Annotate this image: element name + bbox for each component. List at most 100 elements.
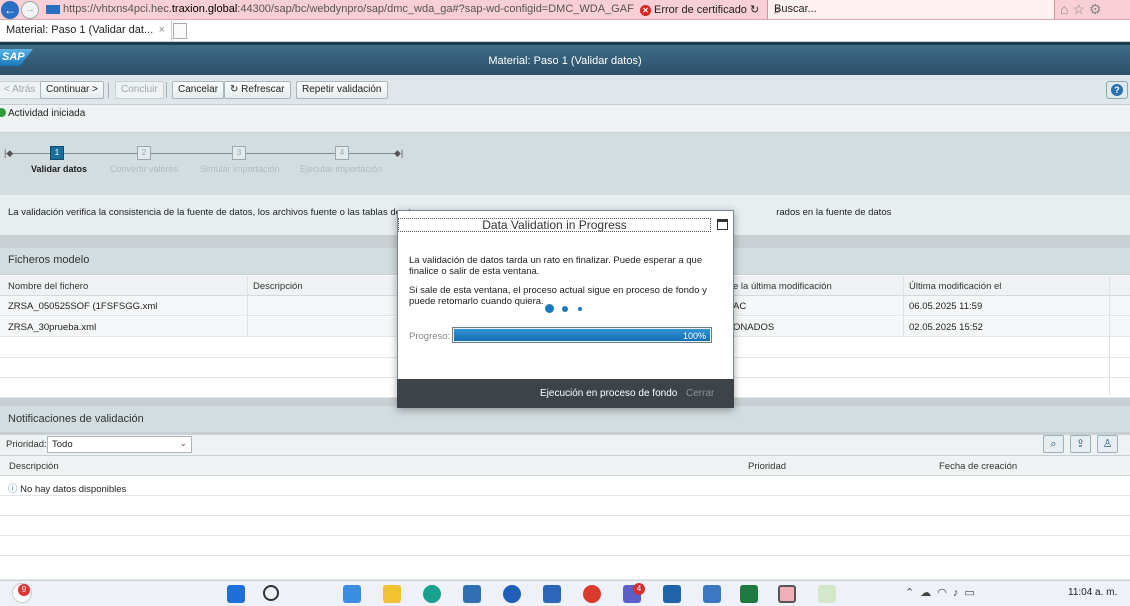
dialog-text-wait: La validación de datos tarda un rato en … bbox=[409, 255, 703, 277]
calendar-icon[interactable] bbox=[703, 585, 721, 603]
priority-label: Prioridad: bbox=[6, 439, 47, 450]
maximize-icon[interactable] bbox=[717, 219, 728, 230]
progress-value: 100% bbox=[683, 331, 707, 341]
roadmap-label-1: Validar datos bbox=[31, 164, 88, 174]
app-icon[interactable] bbox=[818, 585, 836, 603]
progress-label: Progreso: bbox=[409, 331, 451, 342]
refresh-button[interactable]: ↻ Refrescar bbox=[224, 81, 291, 99]
priority-select[interactable]: Todo ⌄ bbox=[47, 436, 192, 453]
column-divider bbox=[1109, 276, 1110, 396]
col-priority[interactable]: Prioridad bbox=[748, 461, 786, 472]
chrome-icon[interactable] bbox=[583, 585, 601, 603]
modified-by-cell: ONADOS bbox=[733, 322, 775, 333]
roadmap-step-1[interactable]: 1 bbox=[50, 146, 64, 160]
windows-start-icon[interactable] bbox=[227, 585, 245, 603]
error-icon: ✕ bbox=[640, 4, 651, 16]
loading-dot-icon bbox=[562, 306, 568, 312]
col-modified-on[interactable]: Última modificación el bbox=[909, 281, 1001, 292]
cloud-icon[interactable]: ☁ bbox=[920, 587, 937, 599]
run-in-background-button[interactable]: Ejecución en proceso de fondo bbox=[540, 388, 677, 399]
roadmap-label-3: Simular importación bbox=[200, 164, 280, 174]
teams-badge: 4 bbox=[633, 583, 645, 595]
empty-table-text: No hay datos disponibles bbox=[20, 484, 127, 495]
taskbar-clock[interactable]: 11:04 a. m. bbox=[1068, 587, 1117, 598]
roadmap-step-4[interactable]: 4 bbox=[335, 146, 349, 160]
refresh-button-label: Refrescar bbox=[241, 84, 285, 95]
settings-gear-icon[interactable]: ⚙ bbox=[1089, 1, 1106, 17]
wifi-icon[interactable]: ◠ bbox=[937, 587, 953, 599]
roadmap-end-icon: ◆| bbox=[394, 148, 404, 158]
help-button[interactable]: ? bbox=[1106, 81, 1128, 99]
toolbar bbox=[0, 75, 1130, 105]
app-icon[interactable] bbox=[663, 585, 681, 603]
repeat-validation-button[interactable]: Repetir validación bbox=[296, 81, 388, 99]
notifications-panel-title: Notificaciones de validación bbox=[8, 413, 144, 425]
home-icon[interactable]: ⌂ bbox=[1060, 1, 1072, 17]
search-icon[interactable] bbox=[263, 585, 279, 601]
certificate-error[interactable]: ✕ Error de certificado ↻ bbox=[640, 3, 759, 16]
col-description[interactable]: Descripción bbox=[253, 281, 303, 292]
url-suffix: :44300/sap/bc/webdynpro/sap/dmc_wda_ga#?… bbox=[237, 3, 634, 15]
description-text-left: La validación verifica la consistencia d… bbox=[8, 207, 417, 218]
col-notification-description[interactable]: Descripción bbox=[9, 461, 59, 472]
roadmap-label-2: Convertir valores bbox=[110, 164, 179, 174]
browser-search-input[interactable]: Buscar... ⌕ bbox=[767, 0, 1055, 19]
app-icon[interactable] bbox=[778, 585, 796, 603]
toolbar-separator bbox=[108, 82, 109, 98]
site-favicon-icon bbox=[46, 4, 60, 14]
chevron-up-icon[interactable]: ⌃ bbox=[905, 587, 920, 599]
browser-tab[interactable]: Material: Paso 1 (Validar dat... × bbox=[0, 21, 172, 41]
description-text-right: rados en la fuente de datos bbox=[776, 207, 892, 218]
widgets-icon[interactable] bbox=[343, 585, 361, 603]
close-button[interactable]: Cerrar bbox=[686, 388, 714, 399]
file-explorer-icon[interactable] bbox=[383, 585, 401, 603]
finish-button[interactable]: Concluir bbox=[115, 81, 164, 99]
cancel-button[interactable]: Cancelar bbox=[172, 81, 225, 99]
progress-bar-fill bbox=[454, 329, 710, 341]
continue-button[interactable]: Continuar > bbox=[40, 81, 104, 99]
status-message: Actividad iniciada bbox=[8, 108, 86, 119]
col-modified-by[interactable]: e la última modificación bbox=[733, 281, 832, 292]
search-icon[interactable]: ⌕ bbox=[1043, 435, 1064, 453]
volume-icon[interactable]: ♪ bbox=[953, 587, 965, 599]
page-title: Material: Paso 1 (Validar datos) bbox=[488, 55, 642, 67]
table-row bbox=[0, 476, 1130, 496]
notification-badge-icon[interactable]: 9 bbox=[12, 583, 32, 603]
table-row bbox=[0, 536, 1130, 556]
notification-count: 9 bbox=[18, 584, 30, 596]
tab-title: Material: Paso 1 (Validar dat... bbox=[6, 24, 154, 36]
settings-person-icon[interactable]: ♙ bbox=[1097, 435, 1118, 453]
search-icon[interactable]: ⌕ bbox=[774, 3, 1036, 18]
modified-on-cell: 02.05.2025 15:52 bbox=[909, 322, 983, 333]
col-file-name[interactable]: Nombre del fichero bbox=[8, 281, 88, 292]
app-icon[interactable] bbox=[543, 585, 561, 603]
info-icon: ⓘ bbox=[8, 484, 18, 495]
back-arrow-icon[interactable]: ← bbox=[1, 1, 19, 19]
chevron-down-icon: ⌄ bbox=[179, 438, 187, 448]
outlook-icon[interactable] bbox=[463, 585, 481, 603]
battery-icon[interactable]: ▭ bbox=[964, 587, 980, 599]
url-field[interactable]: https://vhtxns4pci.hec.traxion.global:44… bbox=[46, 3, 634, 15]
browser-toolbar-icons: ⌂☆⚙ bbox=[1060, 1, 1106, 18]
col-creation-date[interactable]: Fecha de creación bbox=[939, 461, 1017, 472]
roadmap-start-icon: |◆ bbox=[4, 148, 14, 158]
back-button[interactable]: < Atrás bbox=[0, 81, 42, 99]
roadmap-step-2[interactable]: 2 bbox=[137, 146, 151, 160]
roadmap-step-3[interactable]: 3 bbox=[232, 146, 246, 160]
modified-by-cell: AC bbox=[733, 301, 747, 312]
message-bar bbox=[0, 105, 1130, 133]
edge-browser-icon[interactable] bbox=[423, 585, 441, 603]
table-row bbox=[0, 516, 1130, 536]
roadmap-label-4: Ejecutar importación bbox=[300, 164, 383, 174]
refresh-icon[interactable]: ↻ bbox=[750, 4, 759, 16]
loading-dot-icon bbox=[578, 307, 582, 311]
column-divider bbox=[247, 276, 248, 337]
table-row bbox=[0, 556, 1130, 580]
forward-arrow-icon[interactable]: → bbox=[21, 1, 39, 19]
favorites-star-icon[interactable]: ☆ bbox=[1072, 1, 1089, 17]
zoom-icon[interactable] bbox=[503, 585, 521, 603]
excel-icon[interactable] bbox=[740, 585, 758, 603]
new-tab-icon[interactable] bbox=[173, 23, 187, 39]
export-icon[interactable]: ⇪ bbox=[1070, 435, 1091, 453]
tab-close-icon[interactable]: × bbox=[159, 24, 165, 36]
